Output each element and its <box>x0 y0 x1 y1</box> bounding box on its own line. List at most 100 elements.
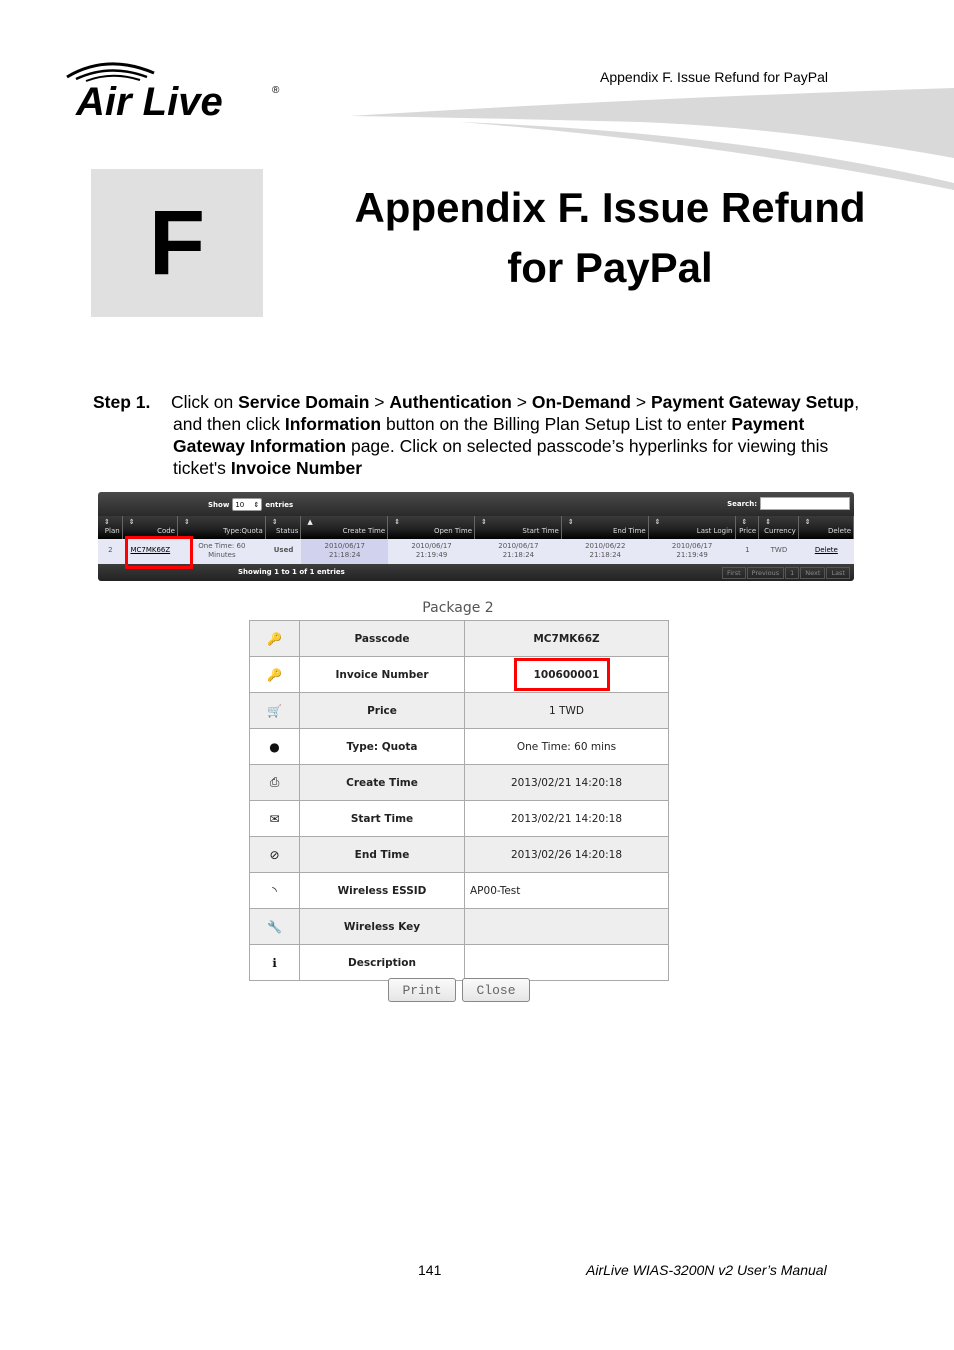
column-header[interactable]: ⇕ Last Login <box>649 516 736 539</box>
step-instructions: Click on Service Domain > Authentication… <box>93 391 873 479</box>
sort-icon: ⇕ <box>765 518 772 526</box>
page-length-select[interactable]: 10 ⇕ <box>232 498 263 511</box>
airlive-logo: Air Live ® <box>66 62 280 124</box>
detail-label: Passcode <box>299 620 465 657</box>
detail-label: Type: Quota <box>299 728 465 765</box>
grid-toolbar: Show 10 ⇕ entries Search: <box>98 492 854 516</box>
detail-value <box>464 944 669 981</box>
cell-create-time: 2010/06/17 21:18:24 <box>301 539 389 564</box>
step-ui-term: On-Demand <box>531 392 632 412</box>
cell-last-login: 2010/06/17 21:19:49 <box>671 542 713 559</box>
detail-label: Invoice Number <box>299 656 465 693</box>
step-ui-term: Authentication <box>389 392 512 412</box>
page-number: 141 <box>418 1262 442 1278</box>
chapter-letter-box: F <box>91 169 263 317</box>
cancel-icon: ⊘ <box>249 836 300 873</box>
detail-value: AP00-Test <box>464 872 669 909</box>
cell-delete: Delete <box>799 539 854 564</box>
sort-icon: ⇕ <box>481 518 487 526</box>
detail-value: 2013/02/21 14:20:18 <box>464 764 669 801</box>
column-header[interactable]: ⇕ Plan <box>98 516 123 539</box>
column-header[interactable]: ▲ Create Time <box>301 516 389 539</box>
step-text: > <box>631 392 651 412</box>
pager-1[interactable]: 1 <box>785 567 800 579</box>
search-input[interactable] <box>760 497 850 510</box>
step-label: Step 1. <box>93 392 151 412</box>
printer-icon: ⎙ <box>249 764 300 801</box>
sort-icon: ⇕ <box>567 518 574 526</box>
cell-price: 1 <box>745 546 750 554</box>
spinner-icon: ⇕ <box>253 500 260 509</box>
detail-label: Wireless Key <box>299 908 465 945</box>
pager-first[interactable]: First <box>721 567 746 579</box>
detail-label: Price <box>299 692 465 729</box>
detail-row: ✉ Start Time 2013/02/21 14:20:18 <box>249 800 669 837</box>
sort-icon: ⇕ <box>271 518 278 526</box>
step-ui-term: Service Domain <box>238 392 370 412</box>
highlight-invoice-box <box>514 658 610 691</box>
column-header[interactable]: ⇕ Currency <box>759 516 799 539</box>
detail-value: MC7MK66Z <box>464 620 669 657</box>
detail-row: 🔧 Wireless Key <box>249 908 669 945</box>
detail-row: 🔑 Passcode MC7MK66Z <box>249 620 669 657</box>
package-title: Package 2 <box>422 600 494 616</box>
step-text: > <box>369 392 390 412</box>
cell-end-time: 2010/06/22 21:18:24 <box>585 542 626 559</box>
sort-icon: ⇕ <box>394 518 401 526</box>
step-ui-term: Payment Gateway Setup <box>650 392 855 412</box>
cart-icon: 🛒 <box>249 692 300 729</box>
detail-actions: Print Close <box>388 978 530 1002</box>
passcode-list-screenshot: Show 10 ⇕ entries Search: ⇕ Plan ⇕ Code ⇕ Type… <box>98 492 854 583</box>
delete-link[interactable]: Delete <box>815 546 838 554</box>
detail-value <box>464 908 669 945</box>
table-row: 2 MC7MK66Z One Time: 60 Minutes Used 2010/06/… <box>98 539 854 564</box>
pagination: First Previous 1 Next Last <box>721 567 850 579</box>
column-header[interactable]: ⇕ Delete <box>799 516 854 539</box>
step-text: button on the Billing Plan Setup List to… <box>381 414 732 434</box>
detail-row: 🛒 Price 1 TWD <box>249 692 669 729</box>
close-button[interactable]: Close <box>462 978 530 1002</box>
detail-row: ℹ Description <box>249 944 669 981</box>
wrench-icon: 🔧 <box>249 908 300 945</box>
column-header[interactable]: ⇕ Status <box>266 516 302 539</box>
envelope-icon: ✉ <box>249 800 300 837</box>
print-button[interactable]: Print <box>388 978 456 1002</box>
sort-icon: ⇕ <box>741 518 748 526</box>
detail-label: Create Time <box>299 764 465 801</box>
cell-status: Used <box>273 546 294 554</box>
detail-value: 2013/02/26 14:20:18 <box>464 836 669 873</box>
cell-plan: 2 <box>108 546 113 554</box>
step-text: Click on <box>171 392 239 412</box>
pager-previous[interactable]: Previous <box>746 567 785 579</box>
detail-value: 1 TWD <box>464 692 669 729</box>
sort-icon: ⇕ <box>183 518 190 526</box>
key-icon: 🔑 <box>249 656 300 693</box>
pager-last[interactable]: Last <box>826 567 850 579</box>
sort-icon: ⇕ <box>804 518 811 526</box>
column-header[interactable]: ⇕ Price <box>736 516 760 539</box>
detail-label: Wireless ESSID <box>299 872 465 909</box>
cell-currency: TWD <box>770 546 788 554</box>
key-icon: 🔑 <box>249 620 300 657</box>
sort-asc-icon: ▲ <box>307 518 313 526</box>
detail-row: ⎙ Create Time 2013/02/21 14:20:18 <box>249 764 669 801</box>
column-header[interactable]: ⇕ Open Time <box>388 516 476 539</box>
step-1: Step 1. Click on Service Domain > Authen… <box>93 391 873 479</box>
chapter-title: Appendix F. Issue Refund for PayPal <box>354 184 866 291</box>
pager-next[interactable]: Next <box>800 567 826 579</box>
sort-icon: ⇕ <box>654 518 661 526</box>
column-header[interactable]: ⇕ End Time <box>562 516 649 539</box>
step-text: > <box>511 392 532 412</box>
detail-row: ● Type: Quota One Time: 60 mins <box>249 728 669 765</box>
sort-icon: ⇕ <box>128 518 135 526</box>
detail-row: ⊘ End Time 2013/02/26 14:20:18 <box>249 836 669 873</box>
entries-info: Showing 1 to 1 of 1 entries <box>238 568 345 576</box>
detail-value: One Time: 60 mins <box>464 728 669 765</box>
svg-text:®: ® <box>272 85 280 96</box>
info-icon: ℹ <box>249 944 300 981</box>
manual-title: AirLive WIAS-3200N v2 User’s Manual <box>586 1262 827 1278</box>
clock-icon: ● <box>249 728 300 765</box>
detail-label: Description <box>299 944 465 981</box>
step-ui-term: Information <box>284 414 382 434</box>
column-header[interactable]: ⇕ Start Time <box>475 516 562 539</box>
